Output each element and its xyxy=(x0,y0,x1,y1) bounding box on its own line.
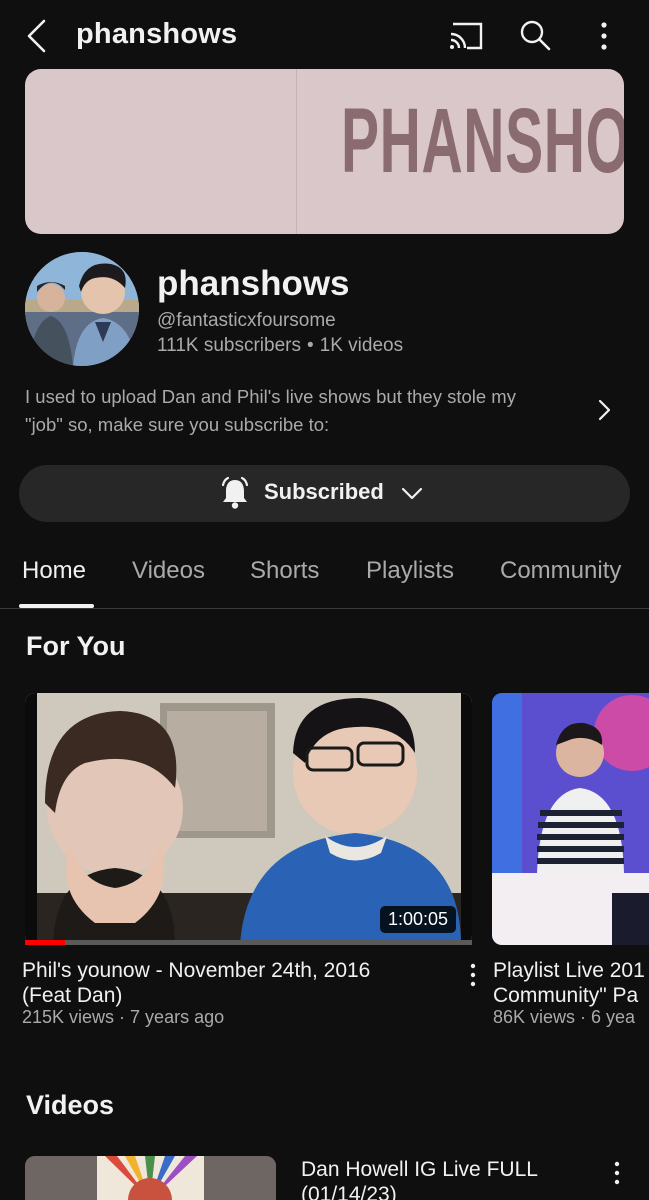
active-tab-indicator xyxy=(19,604,94,608)
channel-name: phanshows xyxy=(157,264,350,303)
video-title-line-1: Phil's younow - November 24th, 2016 xyxy=(22,959,371,982)
video-title[interactable]: Playlist Live 201 Community" Pa xyxy=(493,958,649,1008)
notification-bell-icon xyxy=(221,476,249,509)
top-bar: phanshows xyxy=(0,0,649,70)
back-arrow-icon[interactable] xyxy=(22,18,52,54)
chevron-down-icon xyxy=(401,487,423,500)
video-title-line-2: (Feat Dan) xyxy=(22,984,123,1007)
watch-progress-bar xyxy=(25,940,472,945)
channel-handle: @fantasticxfoursome xyxy=(157,310,336,331)
video-title-line-1: Dan Howell IG Live FULL xyxy=(301,1158,538,1181)
cast-icon[interactable] xyxy=(447,20,485,52)
channel-avatar[interactable] xyxy=(25,252,139,366)
channel-stats: 111K subscribers • 1K videos xyxy=(157,335,403,357)
video-more-icon[interactable] xyxy=(468,962,478,988)
description-line-2: "job" so, make sure you subscribe to: xyxy=(25,414,330,435)
description-line-1: I used to upload Dan and Phil's live sho… xyxy=(25,386,516,407)
tab-home[interactable]: Home xyxy=(22,557,86,585)
video-title-line-2: Community" Pa xyxy=(493,984,639,1007)
video-title[interactable]: Dan Howell IG Live FULL (01/14/23) xyxy=(301,1157,601,1200)
search-icon[interactable] xyxy=(518,18,552,52)
stats-separator: • xyxy=(306,335,314,356)
video-meta: 86K views · 6 yea xyxy=(493,1007,636,1027)
video-thumbnail[interactable] xyxy=(25,1156,276,1200)
banner-text: PHANSHO xyxy=(341,90,624,192)
for-you-heading: For You xyxy=(26,631,126,661)
video-count: 1K videos xyxy=(319,335,404,356)
video-duration-badge: 1:00:05 xyxy=(380,906,457,933)
subscriber-count: 111K subscribers xyxy=(157,335,301,356)
video-title-line-2: (01/14/23) xyxy=(301,1183,397,1200)
page-title: phanshows xyxy=(76,18,238,50)
tab-videos[interactable]: Videos xyxy=(132,557,205,585)
tab-shorts[interactable]: Shorts xyxy=(250,557,319,585)
tab-playlists[interactable]: Playlists xyxy=(366,557,454,585)
video-title[interactable]: Phil's younow - November 24th, 2016 (Fea… xyxy=(22,958,452,1008)
thumbnail-image xyxy=(492,693,649,945)
thumbnail-image xyxy=(25,1156,276,1200)
channel-banner: PHANSHO xyxy=(25,69,624,234)
more-options-icon[interactable] xyxy=(594,20,614,52)
video-title-line-1: Playlist Live 201 xyxy=(493,959,645,982)
chevron-right-icon[interactable] xyxy=(596,396,614,424)
video-more-icon[interactable] xyxy=(612,1160,622,1186)
watch-progress-fill xyxy=(25,940,66,945)
channel-description[interactable]: I used to upload Dan and Phil's live sho… xyxy=(25,383,585,439)
avatar-image xyxy=(25,252,139,366)
channel-tabs: Home Videos Shorts Playlists Community xyxy=(0,545,649,609)
videos-heading: Videos xyxy=(26,1090,115,1120)
video-meta: 215K views · 7 years ago xyxy=(22,1007,225,1027)
tab-community[interactable]: Community xyxy=(500,557,621,585)
subscribed-label: Subscribed xyxy=(264,479,384,504)
video-thumbnail[interactable] xyxy=(492,693,649,945)
banner-divider xyxy=(296,69,297,234)
